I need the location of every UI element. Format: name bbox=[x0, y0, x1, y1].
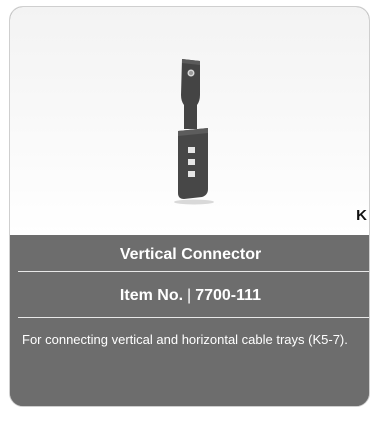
divider bbox=[18, 317, 369, 318]
product-title: Vertical Connector bbox=[119, 246, 262, 263]
product-card: K Vertical Connector Item No. | 7700-111 F… bbox=[9, 6, 370, 407]
divider bbox=[18, 271, 369, 272]
item-number-value: 7700-111 bbox=[195, 287, 262, 304]
item-number-label: Item No. bbox=[119, 287, 184, 304]
vertical-connector-image bbox=[174, 59, 214, 205]
category-badge: K bbox=[356, 207, 367, 224]
product-image-area: K bbox=[10, 7, 369, 235]
item-number-row: Item No. | 7700-111 bbox=[10, 287, 369, 305]
product-info-panel: Vertical Connector Item No. | 7700-111 For… bbox=[10, 235, 369, 406]
product-description: For connecting vertical and horizontal c… bbox=[22, 332, 348, 347]
item-number-separator: | bbox=[187, 287, 192, 304]
